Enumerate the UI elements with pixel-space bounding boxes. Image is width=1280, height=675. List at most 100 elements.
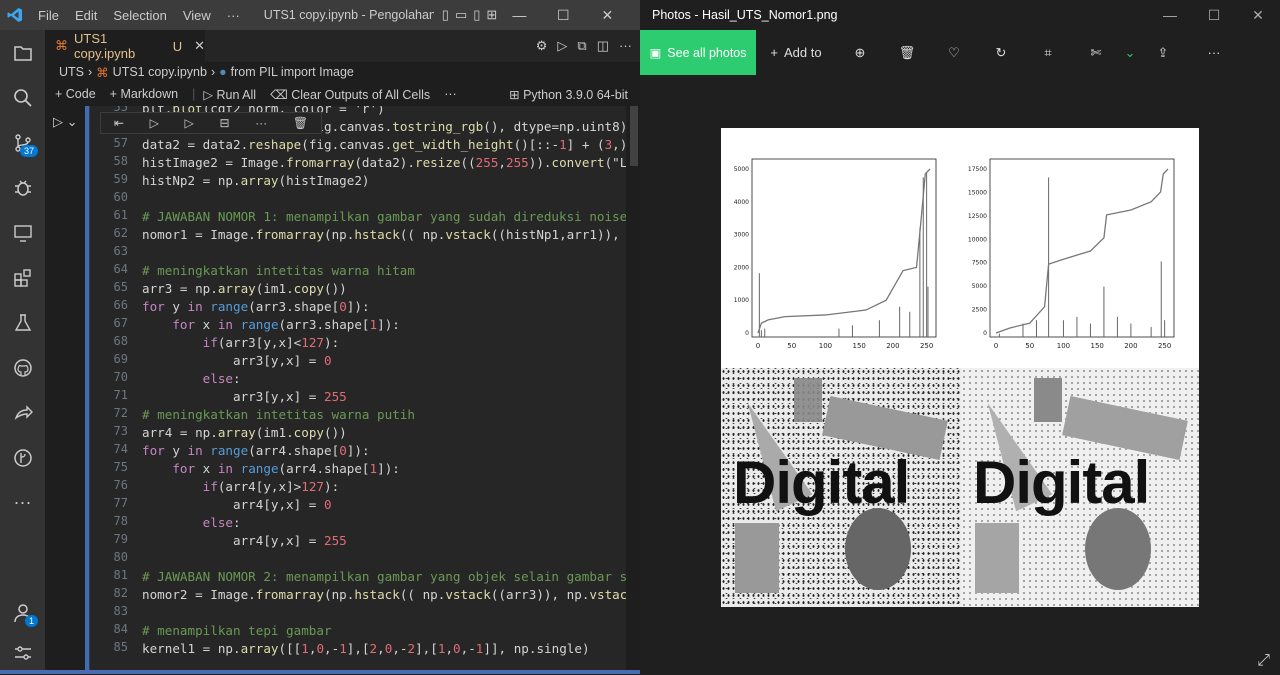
menu-selection[interactable]: Selection: [105, 8, 174, 23]
execute-below-icon[interactable]: ▷: [185, 116, 194, 130]
see-more-icon[interactable]: ···: [1186, 30, 1242, 75]
delete-icon[interactable]: 🗑: [884, 30, 930, 75]
menu-edit[interactable]: Edit: [67, 8, 105, 23]
code-line[interactable]: # JAWABAN NOMOR 1: menampilkan gambar ya…: [142, 208, 628, 226]
code-line[interactable]: data2 = data2.reshape(fig.canvas.get_wid…: [142, 136, 628, 154]
chevron-right-icon: ›: [210, 65, 216, 79]
delete-cell-icon[interactable]: 🗑: [293, 116, 308, 130]
code-line[interactable]: # JAWABAN NOMOR 2: menampilkan gambar ya…: [142, 568, 628, 586]
code-line[interactable]: arr4[y,x] = 255: [142, 532, 347, 550]
favorite-heart-icon[interactable]: ♡: [930, 30, 978, 75]
cell-more-icon[interactable]: ···: [255, 116, 267, 130]
fullscreen-expand-icon[interactable]: ⤢: [1257, 652, 1270, 670]
see-all-photos-button[interactable]: ▣ See all photos: [640, 30, 756, 75]
run-cell-button[interactable]: ▷ ⌄: [53, 114, 78, 130]
code-line[interactable]: nomor2 = Image.fromarray(np.hstack(( np.…: [142, 586, 628, 604]
hist2-x-tick: 150: [1090, 342, 1103, 350]
code-line[interactable]: histImage2 = Image.fromarray(data2).resi…: [142, 154, 628, 172]
code-line[interactable]: if(arr4[y,x]>127):: [142, 478, 340, 496]
code-line[interactable]: arr4 = np.array(im1.copy()): [142, 424, 347, 442]
add-to-button[interactable]: + Add to: [756, 30, 836, 75]
maximize-button[interactable]: ☐: [541, 7, 585, 24]
code-line[interactable]: if(arr3[y,x]<127):: [142, 334, 340, 352]
accounts-icon[interactable]: 1: [0, 590, 45, 635]
live-share-icon[interactable]: [0, 390, 45, 435]
line-number: 82: [113, 586, 128, 600]
toggle-sidebar-icon[interactable]: ▯: [442, 7, 449, 23]
code-line[interactable]: else:: [142, 370, 241, 388]
breadcrumb-cell[interactable]: from PIL import Image: [231, 65, 354, 79]
code-line[interactable]: # meningkatkan intetitas warna putih: [142, 406, 415, 424]
vertical-scrollbar[interactable]: [626, 106, 640, 670]
code-line[interactable]: arr3[y,x] = 255: [142, 388, 347, 406]
code-line[interactable]: kernel1 = np.array([[1,0,-1],[2,0,-2],[1…: [142, 640, 590, 658]
kernel-picker[interactable]: ⊞ Python 3.9.0 64-bit: [509, 87, 628, 102]
code-line[interactable]: arr4[y,x] = 0: [142, 496, 332, 514]
settings-gear-icon[interactable]: [0, 630, 45, 675]
tab-uts1-copy[interactable]: ⌘ UTS1 copy.ipynb U ✕: [45, 30, 205, 62]
photos-title: Photos - Hasil_UTS_Nomor1.png: [652, 8, 838, 22]
code-line[interactable]: nomor1 = Image.fromarray(np.hstack(( np.…: [142, 226, 628, 244]
code-line[interactable]: arr3[y,x] = 0: [142, 352, 332, 370]
git-graph-icon[interactable]: [0, 435, 45, 480]
breadcrumb-file[interactable]: UTS1 copy.ipynb: [113, 65, 207, 79]
menu-file[interactable]: File: [30, 8, 67, 23]
run-above-icon[interactable]: ⇤: [114, 116, 124, 130]
split-cell-icon[interactable]: ⊟: [219, 116, 229, 130]
hist1-y-tick: 2000: [734, 264, 749, 271]
breadcrumb-folder[interactable]: UTS: [59, 65, 84, 79]
search-icon[interactable]: [0, 75, 45, 120]
code-line[interactable]: histNp2 = np.array(histImage2): [142, 172, 370, 190]
more-views-icon[interactable]: ···: [0, 480, 45, 525]
zoom-icon[interactable]: ⊕: [836, 30, 884, 75]
more-actions-icon[interactable]: ···: [619, 38, 632, 54]
explorer-icon[interactable]: [0, 30, 45, 75]
code-line[interactable]: # menampilkan tepi gambar: [142, 622, 332, 640]
code-line[interactable]: arr3 = np.array(im1.copy()): [142, 280, 347, 298]
chevron-down-icon[interactable]: ⌄: [1120, 30, 1140, 75]
code-line[interactable]: # meningkatkan intetitas warna hitam: [142, 262, 415, 280]
vscode-window: File Edit Selection View ··· UTS1 copy.i…: [0, 0, 640, 674]
hist1-y-tick: 5000: [734, 166, 749, 173]
hist1-x-tick: 250: [920, 342, 933, 350]
rotate-icon[interactable]: ↻: [978, 30, 1024, 75]
close-window-button[interactable]: ✕: [585, 7, 629, 24]
run-below-icon[interactable]: ▷: [150, 116, 159, 130]
source-control-icon[interactable]: 37: [0, 120, 45, 165]
run-debug-icon[interactable]: [0, 165, 45, 210]
close-tab-icon[interactable]: ✕: [194, 38, 205, 54]
run-icon[interactable]: ▷: [557, 38, 567, 54]
toolbar-more-button[interactable]: ···: [444, 87, 457, 101]
code-editor[interactable]: plt.plot(cdf2_norm, color = 'r')data2 = …: [142, 106, 628, 670]
clear-outputs-button[interactable]: ⌫ Clear Outputs of All Cells: [270, 87, 430, 102]
line-number: 76: [113, 478, 128, 492]
photos-minimize-button[interactable]: —: [1148, 0, 1192, 30]
code-line[interactable]: else:: [142, 514, 241, 532]
extensions-icon[interactable]: [0, 255, 45, 300]
photos-close-button[interactable]: ✕: [1236, 0, 1280, 30]
share-icon[interactable]: ⇪: [1140, 30, 1186, 75]
variables-icon[interactable]: ⧉: [577, 38, 586, 54]
minimize-button[interactable]: —: [497, 7, 541, 23]
code-line[interactable]: for x in range(arr3.shape[1]):: [142, 316, 400, 334]
menu-view[interactable]: View: [175, 8, 219, 23]
testing-icon[interactable]: [0, 300, 45, 345]
split-editor-icon[interactable]: ◫: [597, 38, 609, 54]
code-line[interactable]: for y in range(arr4.shape[0]):: [142, 442, 370, 460]
run-all-button[interactable]: ▷ Run All: [203, 87, 256, 102]
toggle-panel-icon[interactable]: ▭: [455, 7, 467, 23]
add-markdown-button[interactable]: + Markdown: [110, 87, 178, 101]
crop-icon[interactable]: ⌗: [1024, 30, 1072, 75]
gear-icon[interactable]: ⚙: [536, 38, 548, 54]
code-cell[interactable]: 5556575859606162636465666768697071727374…: [89, 106, 628, 670]
code-line[interactable]: for y in range(arr3.shape[0]):: [142, 298, 370, 316]
toggle-secondary-sidebar-icon[interactable]: ▯: [473, 7, 480, 23]
menu-more[interactable]: ···: [219, 8, 248, 23]
photos-maximize-button[interactable]: ☐: [1192, 0, 1236, 30]
edit-enhance-icon[interactable]: ✄: [1072, 30, 1120, 75]
remote-explorer-icon[interactable]: [0, 210, 45, 255]
add-code-button[interactable]: + Code: [55, 87, 96, 101]
customize-layout-icon[interactable]: ⊞: [486, 7, 497, 23]
code-line[interactable]: for x in range(arr4.shape[1]):: [142, 460, 400, 478]
github-icon[interactable]: [0, 345, 45, 390]
